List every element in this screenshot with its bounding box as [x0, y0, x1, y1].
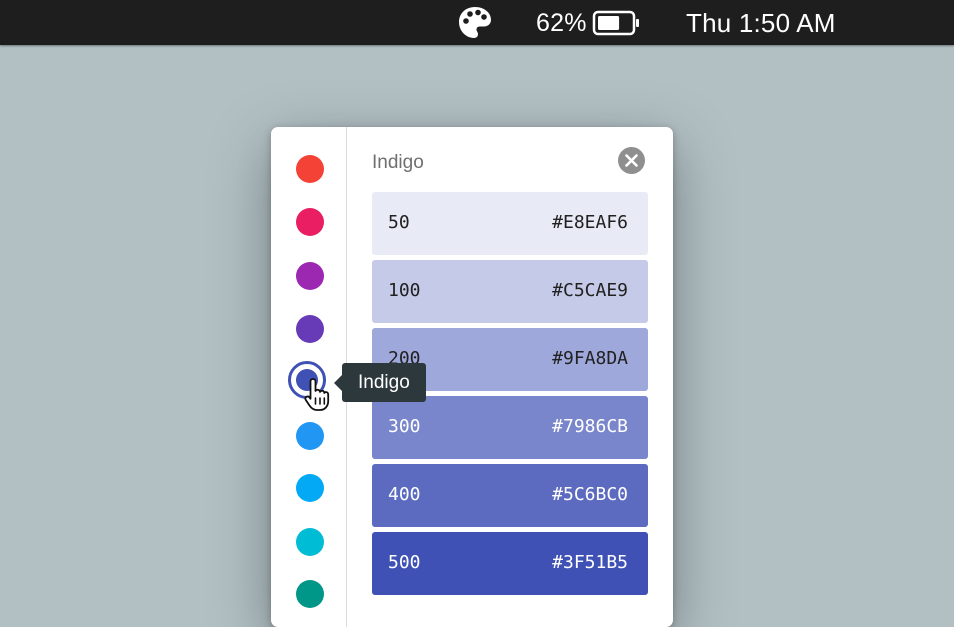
battery-icon[interactable] — [592, 10, 642, 36]
panel-title: Indigo — [372, 152, 424, 173]
swatch-shade: 50 — [388, 212, 410, 233]
swatch-row-50[interactable]: 50 #E8EAF6 — [372, 192, 648, 255]
color-dot-light-blue[interactable] — [296, 474, 324, 502]
color-dot-red[interactable] — [296, 155, 324, 183]
swatch-hex: #E8EAF6 — [552, 212, 628, 233]
swatch-row-100[interactable]: 100 #C5CAE9 — [372, 260, 648, 323]
swatch-hex: #5C6BC0 — [552, 484, 628, 505]
swatch-row-300[interactable]: 300 #7986CB — [372, 396, 648, 459]
color-dot-cyan[interactable] — [296, 528, 324, 556]
swatch-shade: 500 — [388, 552, 421, 573]
swatch-hex: #3F51B5 — [552, 552, 628, 573]
color-dot-purple[interactable] — [296, 262, 324, 290]
swatch-shade: 400 — [388, 484, 421, 505]
swatch-shade: 300 — [388, 416, 421, 437]
menubar-clock[interactable]: Thu 1:50 AM — [686, 8, 836, 39]
menu-bar: 62% Thu 1:50 AM — [0, 0, 954, 45]
color-dot-blue[interactable] — [296, 422, 324, 450]
close-button[interactable] — [618, 147, 645, 174]
swatch-row-500[interactable]: 500 #3F51B5 — [372, 532, 648, 595]
swatch-row-400[interactable]: 400 #5C6BC0 — [372, 464, 648, 527]
color-dot-teal[interactable] — [296, 580, 324, 608]
battery-percentage: 62% — [536, 9, 587, 37]
swatch-hex: #9FA8DA — [552, 348, 628, 369]
swatch-hex: #C5CAE9 — [552, 280, 628, 301]
color-dot-pink[interactable] — [296, 208, 324, 236]
swatch-shade: 100 — [388, 280, 421, 301]
hand-cursor-icon — [297, 377, 337, 413]
color-dot-deep-purple[interactable] — [296, 315, 324, 343]
color-tooltip: Indigo — [334, 363, 426, 402]
swatch-hex: #7986CB — [552, 416, 628, 437]
close-icon — [625, 154, 638, 167]
palette-icon[interactable] — [457, 5, 493, 41]
